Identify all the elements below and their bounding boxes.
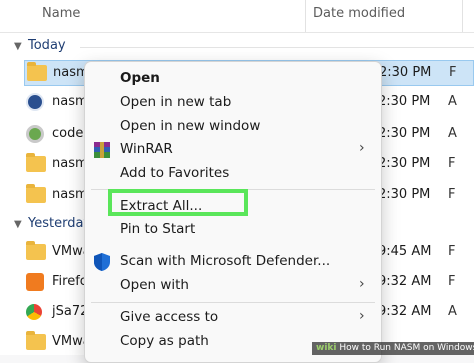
chevron-right-icon: › [359,276,365,292]
name-column-header[interactable]: Name [42,6,80,21]
folder-icon [26,153,46,172]
wikihow-watermark: wiki How to Run NASM on Windows [312,342,474,355]
folder-icon [26,241,46,260]
date-modified-column-header[interactable]: Date modified [313,6,405,21]
extract-all-highlight-box [108,189,248,216]
chrome-icon [26,304,42,320]
menu-item-pin-to-start[interactable]: Pin to Start [85,217,381,243]
menu-item-scan-with-defender[interactable]: Scan with Microsoft Defender... [85,249,381,275]
folder-icon [26,331,46,350]
menu-item-open[interactable]: Open [85,66,381,92]
menu-item-give-access-to[interactable]: Give access to › [85,305,381,331]
group-divider [80,47,474,48]
menu-item-open-with[interactable]: Open with › [85,273,381,299]
folder-icon [26,184,46,203]
menu-item-add-to-favorites[interactable]: Add to Favorites [85,161,381,187]
defender-shield-icon [92,252,112,272]
group-yesterday[interactable]: ▼ Yesterday [14,216,91,231]
column-divider[interactable] [305,0,306,32]
menu-separator [91,302,375,303]
menu-item-open-in-new-tab[interactable]: Open in new tab [85,90,381,116]
group-today[interactable]: ▼ Today [14,38,66,53]
app-icon [26,93,44,111]
chevron-right-icon: › [359,308,365,324]
chevron-right-icon: › [359,140,365,156]
winrar-icon [92,140,112,160]
firefox-icon [26,273,44,291]
folder-icon [27,62,47,81]
column-header: Name Date modified [0,0,474,33]
menu-item-winrar[interactable]: WinRAR › [85,137,381,163]
chevron-down-icon: ▼ [14,219,22,230]
codeblocks-icon [26,125,44,143]
column-divider[interactable] [462,0,463,32]
chevron-down-icon: ▼ [14,41,22,52]
